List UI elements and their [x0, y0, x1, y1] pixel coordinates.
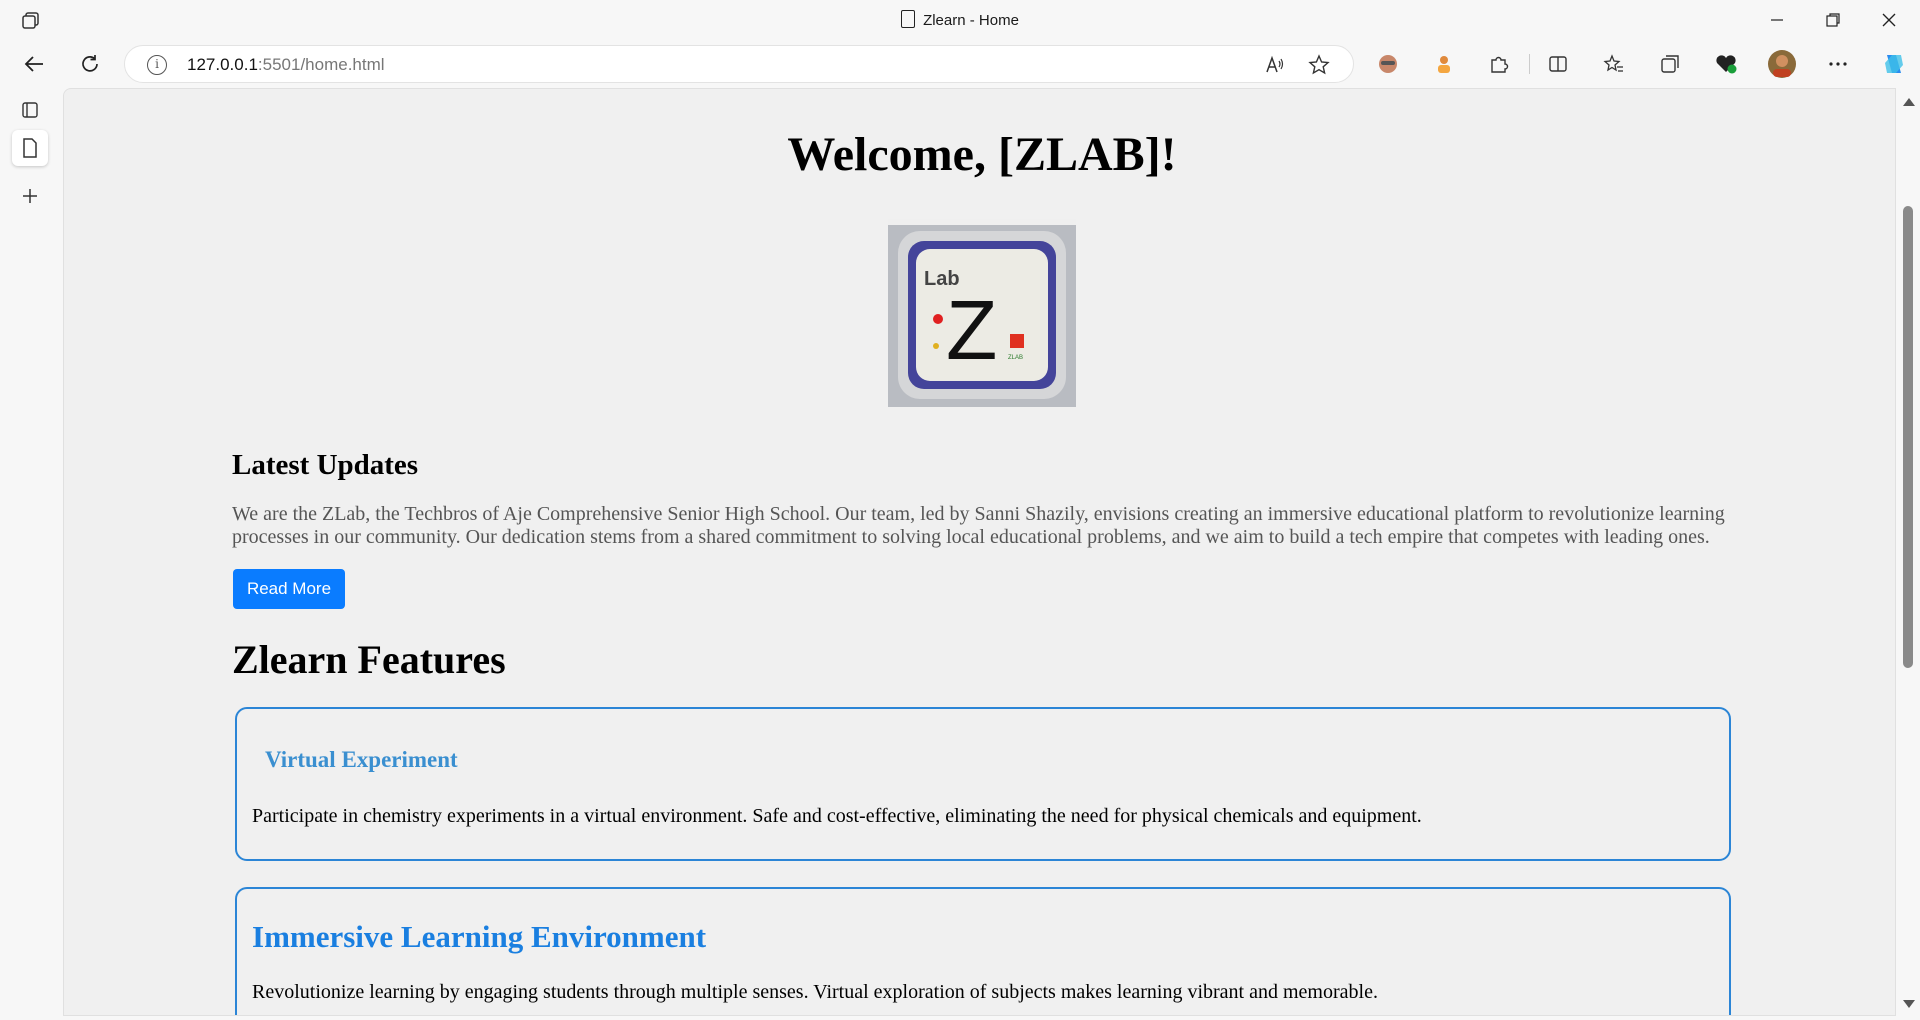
profile-avatar[interactable]: [1766, 49, 1798, 79]
reload-icon[interactable]: [72, 48, 108, 80]
extension-person-icon[interactable]: [1428, 49, 1460, 79]
page-scrollbar[interactable]: [1896, 88, 1920, 1016]
feature-title: Immersive Learning Environment: [252, 919, 707, 954]
close-button[interactable]: [1862, 0, 1916, 40]
logo-small-text: ZLAB: [1008, 355, 1023, 361]
feature-description: Participate in chemistry experiments in …: [252, 805, 1422, 827]
updates-paragraph: We are the ZLab, the Techbros of Aje Com…: [232, 503, 1725, 548]
feature-card-virtual-experiment: Virtual Experiment Participate in chemis…: [235, 707, 1731, 861]
url-text[interactable]: 127.0.0.1:5501/home.html: [187, 55, 385, 75]
tab-zlearn-home[interactable]: [12, 130, 48, 166]
zlab-logo-image: Lab Z ZLAB: [888, 219, 1076, 407]
read-more-button[interactable]: Read More: [233, 569, 345, 609]
vertical-tab-rail: [0, 88, 62, 1020]
latest-updates-heading: Latest Updates: [232, 449, 419, 481]
browser-essentials-icon[interactable]: [1710, 49, 1742, 79]
feature-description: Revolutionize learning by engaging stude…: [252, 981, 1378, 1003]
features-heading: Zlearn Features: [232, 637, 506, 682]
feature-title: Virtual Experiment: [265, 747, 458, 772]
restore-button[interactable]: [1806, 0, 1860, 40]
scroll-up-arrow-icon[interactable]: [1903, 98, 1915, 106]
copilot-icon[interactable]: [1878, 49, 1910, 79]
split-screen-icon[interactable]: [1542, 49, 1574, 79]
new-tab-plus-icon[interactable]: [12, 178, 48, 214]
sidebar-toggle-icon[interactable]: [12, 92, 48, 128]
back-arrow-icon[interactable]: [16, 48, 52, 80]
welcome-heading: Welcome, [ZLAB]!: [787, 128, 1177, 181]
star-icon[interactable]: [1307, 53, 1331, 77]
page-viewport: Welcome, [ZLAB]! Lab Z ZLAB Latest Updat…: [63, 88, 1896, 1016]
title-bar: Zlearn - Home: [0, 0, 1920, 40]
window-title-text: Zlearn - Home: [923, 12, 1019, 29]
toolbar-divider: [1529, 54, 1530, 74]
scrollbar-thumb[interactable]: [1903, 206, 1913, 668]
url-path: :5501/home.html: [257, 55, 385, 74]
extensions-puzzle-icon[interactable]: [1483, 49, 1515, 79]
collections-icon[interactable]: [1654, 49, 1686, 79]
url-host: 127.0.0.1: [187, 55, 258, 74]
window-title: Zlearn - Home: [0, 10, 1920, 29]
logo-z-letter: Z: [946, 283, 997, 377]
document-icon: [901, 10, 916, 28]
browser-toolbar: i 127.0.0.1:5501/home.html: [0, 40, 1920, 88]
extension-face-icon[interactable]: [1372, 49, 1404, 79]
feature-card-immersive-learning: Immersive Learning Environment Revolutio…: [235, 887, 1731, 1015]
address-bar[interactable]: i 127.0.0.1:5501/home.html: [124, 45, 1354, 83]
favorites-icon[interactable]: [1598, 49, 1630, 79]
scroll-down-arrow-icon[interactable]: [1903, 1000, 1915, 1008]
site-info-icon[interactable]: i: [147, 55, 167, 75]
more-options-icon[interactable]: [1822, 49, 1854, 79]
read-aloud-icon[interactable]: [1263, 53, 1287, 77]
minimize-button[interactable]: [1750, 0, 1804, 40]
